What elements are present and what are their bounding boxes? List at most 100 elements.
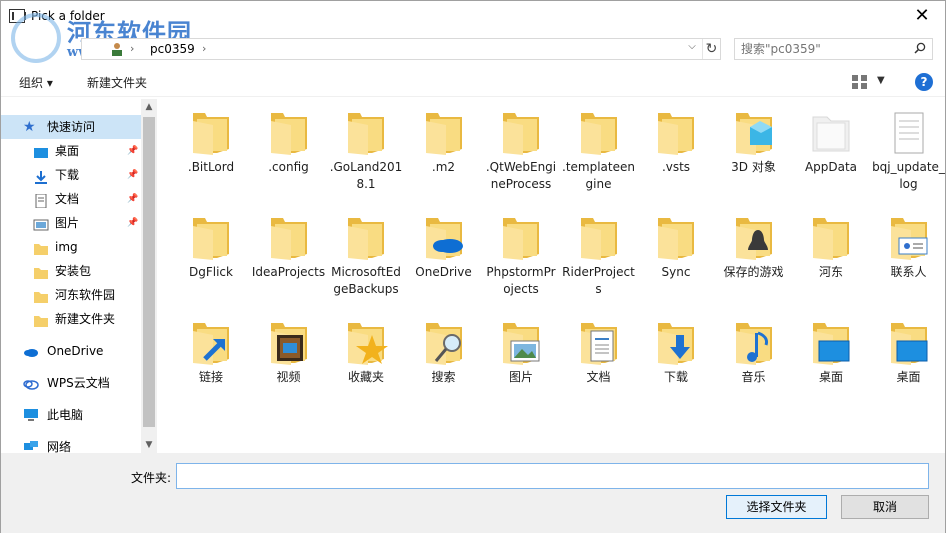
folder-name: 保存的游戏 [723, 265, 784, 279]
folder-item[interactable]: MicrosoftEdgeBackups [328, 208, 404, 298]
folder-name: AppData [804, 160, 858, 174]
search-icon[interactable] [914, 42, 926, 54]
folder-item[interactable]: 桌面 [871, 313, 946, 386]
onedrive-icon [425, 218, 463, 260]
folder-icon [580, 113, 617, 155]
user-folder-icon [112, 43, 122, 56]
folder-item[interactable]: .vsts [638, 103, 714, 176]
folder-name: 搜索 [431, 370, 456, 384]
folder-item[interactable]: .m2 [406, 103, 482, 176]
folder-thumbnail [652, 216, 700, 260]
folder-thumbnail [187, 216, 235, 260]
folder-item[interactable]: .QtWebEngineProcess [483, 103, 559, 193]
folder-item[interactable]: 文档 [561, 313, 637, 386]
sidebar-item-label: 快速访问 [47, 120, 96, 134]
folder-item[interactable]: .GoLand2018.1 [328, 103, 404, 193]
folder-item[interactable]: 视频 [251, 313, 327, 386]
folder-item[interactable]: 收藏夹 [328, 313, 404, 386]
scrollbar-thumb[interactable] [143, 117, 155, 427]
folder-item[interactable]: 联系人 [871, 208, 946, 281]
folder-item[interactable]: PhpstormProjects [483, 208, 559, 298]
folder-item[interactable]: .config [251, 103, 327, 176]
folder-item[interactable]: AppData [793, 103, 869, 176]
pin-icon: 📌 [127, 146, 139, 156]
search-input[interactable] [735, 39, 905, 59]
folder-thumbnail [265, 111, 313, 155]
saved-games-icon [735, 218, 772, 260]
folder-name: 图片 [508, 370, 533, 384]
window-title: Pick a folder [31, 9, 105, 23]
organize-button[interactable]: 组织 ▾ [19, 74, 53, 91]
sidebar-item-wps[interactable]: WPS云文档 [1, 371, 141, 395]
folder-thumbnail [187, 111, 235, 155]
folder-name-input[interactable] [176, 463, 929, 489]
folder-thumbnail [497, 111, 545, 155]
folder-item[interactable]: 河东 [793, 208, 869, 281]
appdata-icon [812, 116, 850, 152]
folder-item[interactable]: 桌面 [793, 313, 869, 386]
downloads-icon [658, 323, 694, 365]
folder-thumbnail [885, 321, 933, 365]
sidebar-item-4[interactable]: 图片 📌 [1, 211, 141, 235]
refresh-icon[interactable]: ↻ [702, 39, 720, 59]
help-button[interactable]: ? [915, 73, 933, 91]
folder-item[interactable]: IdeaProjects [251, 208, 327, 281]
folder-item[interactable]: 3D 对象 [716, 103, 792, 176]
new-folder-button[interactable]: 新建文件夹 [87, 74, 147, 91]
sidebar-item-2[interactable]: 下载 📌 [1, 163, 141, 187]
folder-icon [348, 218, 384, 260]
address-bar[interactable]: › pc0359 › ⌵ ↻ [81, 38, 721, 60]
close-button[interactable]: ✕ [899, 1, 945, 31]
folder-thumbnail [575, 216, 623, 260]
scroll-up-icon[interactable]: ▲ [141, 99, 157, 115]
sidebar-item-5[interactable]: img [1, 235, 141, 259]
folder-thumbnail [807, 111, 855, 155]
sidebar-scrollbar[interactable]: ▲ ▼ [141, 99, 157, 453]
sidebar-item-8[interactable]: 新建文件夹 [1, 307, 141, 331]
sidebar-item-1[interactable]: 桌面 📌 [1, 139, 141, 163]
folder-item[interactable]: 链接 [173, 313, 249, 386]
desktop-icon [813, 323, 850, 365]
folder-item[interactable]: 搜索 [406, 313, 482, 386]
scroll-down-icon[interactable]: ▼ [141, 437, 157, 453]
folder-thumbnail [497, 216, 545, 260]
sidebar-item-6[interactable]: 安装包 [1, 259, 141, 283]
folder-name: .BitLord [187, 160, 235, 174]
pictures-icon [503, 323, 540, 365]
breadcrumb-pc0359[interactable]: pc0359 [150, 42, 195, 56]
sidebar-item-quick-access[interactable]: ★ 快速访问 [1, 115, 141, 139]
sidebar-item-network[interactable]: 网络 [1, 435, 141, 453]
folder-thumbnail [730, 321, 778, 365]
chevron-right-icon[interactable]: › [202, 42, 206, 55]
folder-item[interactable]: DgFlick [173, 208, 249, 281]
folder-icon [33, 264, 49, 279]
folder-icon [813, 218, 849, 260]
folder-item[interactable]: 保存的游戏 [716, 208, 792, 281]
cancel-button[interactable]: 取消 [841, 495, 929, 519]
documents-icon [33, 192, 49, 209]
sidebar-item-onedrive[interactable]: OneDrive [1, 339, 141, 363]
favorites-icon [348, 323, 388, 365]
sidebar-item-this-pc[interactable]: 此电脑 [1, 403, 141, 427]
select-folder-button[interactable]: 选择文件夹 [726, 495, 827, 519]
folder-icon [503, 218, 539, 260]
star-icon: ★ [23, 119, 36, 135]
sidebar-item-7[interactable]: 河东软件园 [1, 283, 141, 307]
folder-field-label: 文件夹: [131, 471, 172, 485]
folder-icon [193, 113, 229, 155]
view-dropdown-icon[interactable]: ▼ [877, 75, 885, 86]
search-box[interactable] [734, 38, 933, 60]
folder-item[interactable]: 下载 [638, 313, 714, 386]
folder-item[interactable]: RiderProjects [561, 208, 637, 298]
folder-item[interactable]: bqj_update_log [871, 103, 946, 193]
folder-item[interactable]: Sync [638, 208, 714, 281]
folder-item[interactable]: .templateengine [561, 103, 637, 193]
folder-item[interactable]: .BitLord [173, 103, 249, 176]
folder-item[interactable]: 音乐 [716, 313, 792, 386]
sidebar-item-3[interactable]: 文档 📌 [1, 187, 141, 211]
folder-item[interactable]: 图片 [483, 313, 559, 386]
folder-name: 联系人 [890, 265, 927, 279]
folder-item[interactable]: OneDrive [406, 208, 482, 281]
chevron-down-icon[interactable]: ⌵ [684, 41, 700, 52]
view-options-icon[interactable] [851, 74, 869, 90]
